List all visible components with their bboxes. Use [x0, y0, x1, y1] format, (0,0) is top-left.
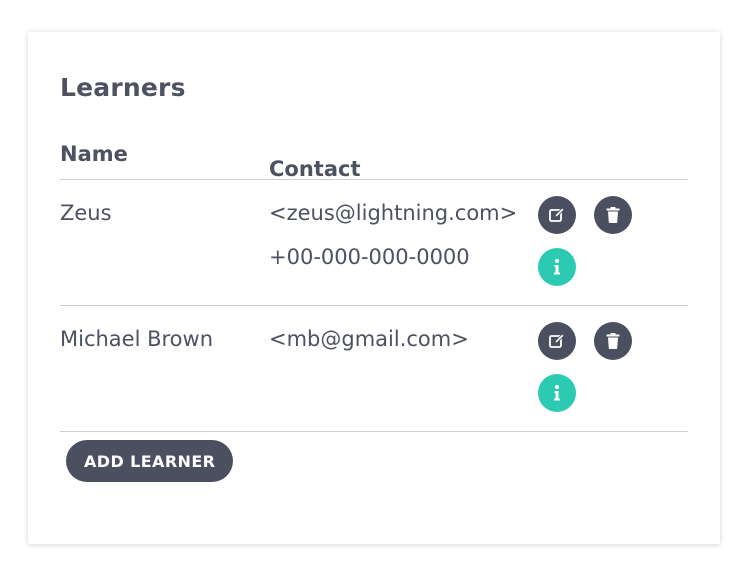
- learner-contact: <zeus@lightning.com> +00-000-000-0000: [269, 201, 517, 289]
- table-footer: ADD LEARNER: [60, 432, 688, 492]
- learner-name: Zeus: [60, 201, 112, 225]
- learner-email: <mb@gmail.com>: [269, 327, 469, 351]
- delete-button[interactable]: [594, 322, 632, 360]
- table-row: Michael Brown <mb@gmail.com>: [60, 306, 688, 432]
- info-button[interactable]: [538, 374, 576, 412]
- column-header-contact: Contact: [269, 157, 361, 181]
- table-row: Zeus <zeus@lightning.com> +00-000-000-00…: [60, 180, 688, 306]
- learner-name: Michael Brown: [60, 327, 214, 351]
- edit-icon: [549, 333, 565, 348]
- card-title: Learners: [60, 73, 186, 102]
- learner-contact: <mb@gmail.com>: [269, 327, 469, 371]
- trash-icon: [606, 333, 620, 349]
- info-button[interactable]: [538, 248, 576, 286]
- edit-icon: [549, 207, 565, 222]
- table-header: Name Contact: [60, 136, 688, 181]
- edit-button[interactable]: [538, 196, 576, 234]
- column-header-name: Name: [60, 142, 128, 166]
- delete-button[interactable]: [594, 196, 632, 234]
- trash-icon: [606, 207, 620, 223]
- info-icon: [554, 259, 560, 275]
- info-icon: [554, 385, 560, 401]
- learners-table: Name Contact Zeus <zeus@lightning.com> +…: [60, 136, 688, 492]
- learner-email: <zeus@lightning.com>: [269, 201, 518, 225]
- add-learner-button[interactable]: ADD LEARNER: [66, 440, 234, 482]
- learners-card: Learners Name Contact Zeus <zeus@lightni…: [28, 32, 720, 544]
- edit-button[interactable]: [538, 322, 576, 360]
- learner-phone: +00-000-000-0000: [269, 245, 470, 269]
